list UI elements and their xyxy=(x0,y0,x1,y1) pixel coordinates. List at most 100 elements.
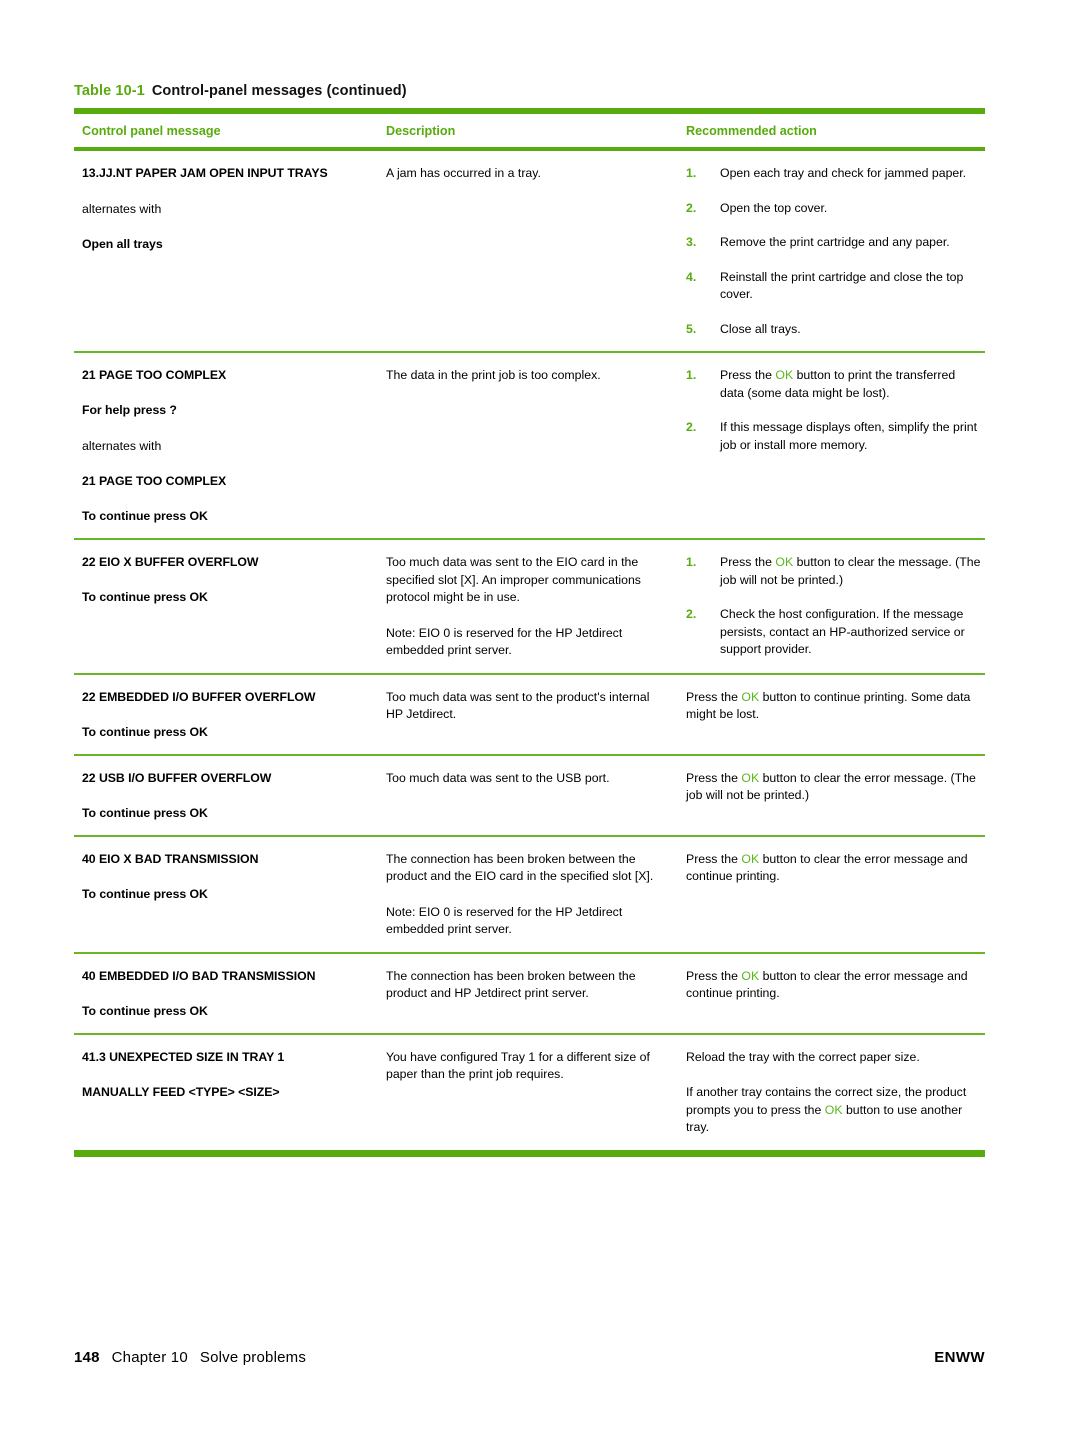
footer-chapter-title: Solve problems xyxy=(199,1349,307,1366)
action-step: 3. Remove the print cartridge and any pap… xyxy=(686,234,981,252)
action-step-number: 3. xyxy=(686,235,697,249)
cell-message: 13.JJ.NT PAPER JAM OPEN INPUT TRAYS alte… xyxy=(74,165,381,338)
action-step-text: Press the OK button to clear the message… xyxy=(720,555,981,587)
table-caption-number: Table 10-1 xyxy=(74,83,145,99)
message-manual-feed-line: MANUALLY FEED <TYPE> <SIZE> xyxy=(82,1084,280,1099)
ok-button-keyword: OK xyxy=(741,689,760,704)
action-step-number: 1. xyxy=(686,368,697,382)
document-page: Table 10-1 Control-panel messages (contin… xyxy=(0,0,1080,1437)
footer-left: 148 Chapter 10 Solve problems xyxy=(74,1349,306,1366)
action-step-number: 2. xyxy=(686,200,697,215)
message-continue-line: To continue press OK xyxy=(82,590,208,604)
description-note: Note: EIO 0 is reserved for the HP Jetdi… xyxy=(386,904,623,937)
message-alternates: alternates with xyxy=(82,439,162,453)
footer-locale: ENWW xyxy=(934,1349,985,1366)
message-alternate-text: Open all trays xyxy=(82,237,163,251)
cell-action: Reload the tray with the correct paper s… xyxy=(681,1049,985,1137)
action-step-number: 1. xyxy=(686,166,697,180)
message-continue-line: To continue press OK xyxy=(82,509,208,523)
message-code-alt: 21 PAGE TOO COMPLEX xyxy=(82,474,227,488)
action-step-text: Check the host configuration. If the mes… xyxy=(720,607,965,656)
table-row: 22 EIO X BUFFER OVERFLOW To continue pre… xyxy=(74,540,985,673)
action-paragraph: Press the OK button to continue printing… xyxy=(686,689,971,722)
cell-description: A jam has occurred in a tray. xyxy=(381,165,681,338)
table-row: 40 EMBEDDED I/O BAD TRANSMISSION To cont… xyxy=(74,954,985,1033)
description-paragraph: Too much data was sent to the USB port. xyxy=(386,770,610,785)
action-step-list: 1. Press the OK button to clear the messa… xyxy=(686,554,981,659)
action-step-number: 2. xyxy=(686,607,697,621)
action-step-text: Open the top cover. xyxy=(720,200,828,215)
ok-button-keyword: OK xyxy=(775,555,794,569)
table-header-row: Control panel message Description Recomm… xyxy=(74,114,985,147)
action-step-text: Remove the print cartridge and any paper… xyxy=(720,235,950,249)
message-code: 13.JJ.NT PAPER JAM OPEN INPUT TRAYS xyxy=(82,166,328,180)
description-paragraph: Too much data was sent to the product's … xyxy=(386,689,650,722)
action-step-list: 1. Press the OK button to print the trans… xyxy=(686,367,981,454)
footer-chapter: Chapter 10 xyxy=(111,1349,188,1366)
ok-button-keyword: OK xyxy=(775,368,794,382)
ok-button-keyword: OK xyxy=(741,770,760,785)
cell-action: Press the OK button to continue printing… xyxy=(681,689,985,741)
message-code: 40 EIO X BAD TRANSMISSION xyxy=(82,851,259,866)
action-step-list: 1. Open each tray and check for jammed pa… xyxy=(686,165,981,338)
message-code: 22 EMBEDDED I/O BUFFER OVERFLOW xyxy=(82,689,316,704)
action-step: 1. Press the OK button to clear the messa… xyxy=(686,554,981,589)
action-paragraph: If another tray contains the correct siz… xyxy=(686,1085,967,1134)
action-step: 5. Close all trays. xyxy=(686,321,981,339)
cell-action: 1. Press the OK button to print the trans… xyxy=(681,367,985,525)
action-paragraph: Press the OK button to clear the error m… xyxy=(686,968,968,1001)
cell-action: Press the OK button to clear the error m… xyxy=(681,770,985,822)
cell-message: 40 EMBEDDED I/O BAD TRANSMISSION To cont… xyxy=(74,968,381,1020)
cell-description: You have configured Tray 1 for a differe… xyxy=(381,1049,681,1137)
ok-button-keyword: OK xyxy=(824,1102,843,1117)
message-continue-line: To continue press OK xyxy=(82,805,208,820)
action-step: 2. Check the host configuration. If the m… xyxy=(686,606,981,659)
action-step-number: 2. xyxy=(686,420,697,434)
column-header-message: Control panel message xyxy=(82,124,221,138)
cell-message: 41.3 UNEXPECTED SIZE IN TRAY 1 MANUALLY … xyxy=(74,1049,381,1137)
action-step-text: If this message displays often, simplify… xyxy=(720,420,977,452)
table-row: 41.3 UNEXPECTED SIZE IN TRAY 1 MANUALLY … xyxy=(74,1035,985,1150)
message-continue-line: To continue press OK xyxy=(82,886,208,901)
message-code: 40 EMBEDDED I/O BAD TRANSMISSION xyxy=(82,968,316,983)
cell-action: 1. Press the OK button to clear the messa… xyxy=(681,554,985,660)
page-footer: 148 Chapter 10 Solve problems ENWW xyxy=(74,1349,985,1366)
cell-message: 21 PAGE TOO COMPLEX For help press ? alt… xyxy=(74,367,381,525)
message-code: 21 PAGE TOO COMPLEX xyxy=(82,368,227,382)
action-step: 4. Reinstall the print cartridge and clos… xyxy=(686,269,981,304)
table-caption: Table 10-1 Control-panel messages (contin… xyxy=(74,83,407,99)
cell-action: Press the OK button to clear the error m… xyxy=(681,851,985,939)
action-step: 1. Open each tray and check for jammed pa… xyxy=(686,165,981,183)
description-paragraph: You have configured Tray 1 for a differe… xyxy=(386,1049,650,1082)
description-paragraph: A jam has occurred in a tray. xyxy=(386,166,541,180)
cell-action: Press the OK button to clear the error m… xyxy=(681,968,985,1020)
cell-message: 22 EIO X BUFFER OVERFLOW To continue pre… xyxy=(74,554,381,660)
table-caption-text: Control-panel messages (continued) xyxy=(151,83,407,99)
action-paragraph: Press the OK button to clear the error m… xyxy=(686,770,976,803)
ok-button-keyword: OK xyxy=(741,851,760,866)
action-paragraph: Press the OK button to clear the error m… xyxy=(686,851,968,884)
action-step-number: 4. xyxy=(686,269,697,284)
table-row: 13.JJ.NT PAPER JAM OPEN INPUT TRAYS alte… xyxy=(74,151,985,351)
description-note: Note: EIO 0 is reserved for the HP Jetdi… xyxy=(386,625,623,658)
cell-description: Too much data was sent to the EIO card i… xyxy=(381,554,681,660)
ok-button-keyword: OK xyxy=(741,968,760,983)
cell-description: The data in the print job is too complex… xyxy=(381,367,681,525)
action-step-number: 5. xyxy=(686,321,697,336)
description-paragraph: Too much data was sent to the EIO card i… xyxy=(386,555,641,604)
action-step-text: Reinstall the print cartridge and close … xyxy=(720,269,964,302)
message-code: 22 USB I/O BUFFER OVERFLOW xyxy=(82,770,272,785)
cell-message: 22 USB I/O BUFFER OVERFLOW To continue p… xyxy=(74,770,381,822)
action-step-number: 1. xyxy=(686,555,697,569)
message-code: 22 EIO X BUFFER OVERFLOW xyxy=(82,555,259,569)
cell-action: 1. Open each tray and check for jammed pa… xyxy=(681,165,985,338)
action-step-text: Open each tray and check for jammed pape… xyxy=(720,166,967,180)
table-row: 22 EMBEDDED I/O BUFFER OVERFLOW To conti… xyxy=(74,675,985,754)
table-row: 22 USB I/O BUFFER OVERFLOW To continue p… xyxy=(74,756,985,835)
table-row: 21 PAGE TOO COMPLEX For help press ? alt… xyxy=(74,353,985,538)
message-code: 41.3 UNEXPECTED SIZE IN TRAY 1 xyxy=(82,1049,285,1064)
action-paragraph: Reload the tray with the correct paper s… xyxy=(686,1049,920,1064)
cell-description: The connection has been broken between t… xyxy=(381,968,681,1020)
cell-description: The connection has been broken between t… xyxy=(381,851,681,939)
action-step-text: Press the OK button to print the transfe… xyxy=(720,368,956,400)
